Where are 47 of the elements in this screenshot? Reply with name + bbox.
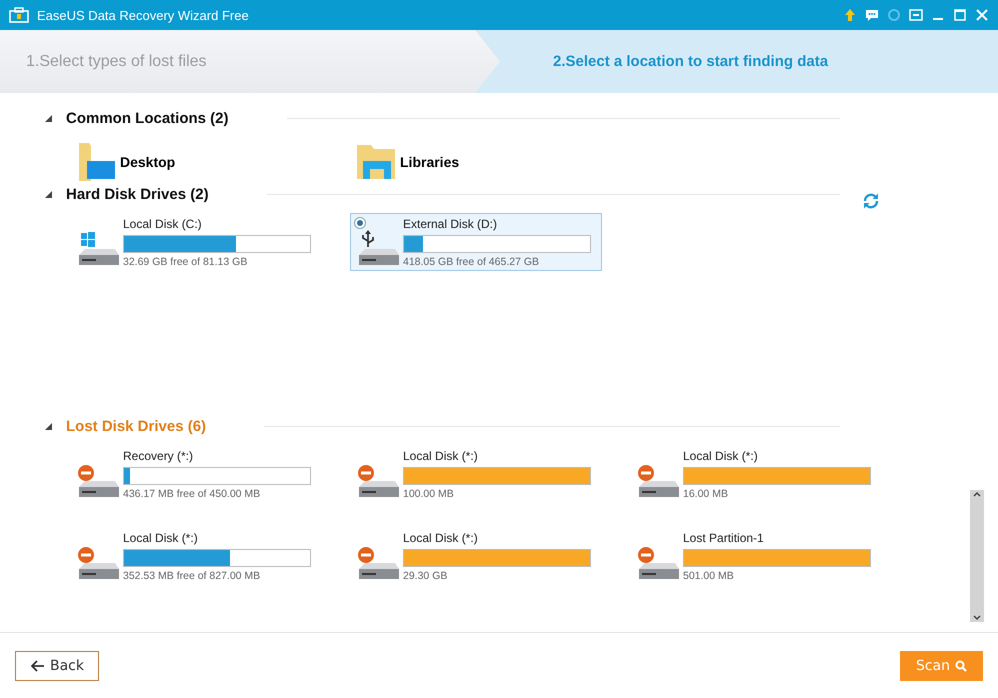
drive-item[interactable]: Lost Partition-1 501.00 MB xyxy=(630,527,882,585)
drive-item[interactable]: Local Disk (*:) 29.30 GB xyxy=(350,527,602,585)
disk-size: 16.00 MB xyxy=(683,488,729,500)
maximize-button[interactable] xyxy=(952,7,968,23)
disk-size: 100.00 MB xyxy=(403,488,455,500)
drive-item[interactable]: Recovery (*:) 436.17 MB free of 450.00 MB xyxy=(70,445,322,503)
disk-name: Local Disk (*:) xyxy=(403,449,479,465)
disk-size: 501.00 MB xyxy=(683,570,735,582)
scroll-down-icon[interactable] xyxy=(972,614,982,622)
section-title: Hard Disk Drives (2) xyxy=(66,186,209,202)
disk-name: Local Disk (*:) xyxy=(123,531,199,547)
arrow-up-icon[interactable] xyxy=(842,7,858,23)
disk-size: 436.17 MB free of 450.00 MB xyxy=(123,488,262,500)
radio-button[interactable] xyxy=(354,217,366,229)
expanded-arrow-icon[interactable] xyxy=(45,422,52,430)
refresh-icon[interactable] xyxy=(862,192,880,210)
disk-name: External Disk (D:) xyxy=(403,217,498,233)
disk-name: Local Disk (C:) xyxy=(123,217,203,233)
disk-name: Local Disk (*:) xyxy=(403,531,479,547)
disk-name: Local Disk (*:) xyxy=(683,449,759,465)
location-name[interactable]: Libraries xyxy=(400,154,460,170)
scroll-up-icon[interactable] xyxy=(972,490,982,498)
drive-item[interactable]: Local Disk (*:) 100.00 MB xyxy=(350,445,602,503)
location-name[interactable]: Desktop xyxy=(120,154,176,170)
disk-name: Lost Partition-1 xyxy=(683,531,765,547)
drive-item[interactable]: Local Disk (*:) 352.53 MB free of 827.00 MB xyxy=(70,527,322,585)
drive-item[interactable]: External Disk (D:) 418.05 GB free of 465.27 GB xyxy=(350,213,602,271)
expanded-arrow-icon[interactable] xyxy=(45,190,52,198)
window-icon[interactable] xyxy=(908,7,924,23)
drive-item[interactable]: Local Disk (*:) 16.00 MB xyxy=(630,445,882,503)
search-icon xyxy=(955,660,967,672)
chat-icon[interactable] xyxy=(864,7,880,23)
section-title: Lost Disk Drives (6) xyxy=(66,418,206,434)
disk-size: 32.69 GB free of 81.13 GB xyxy=(123,256,248,268)
disk-size: 418.05 GB free of 465.27 GB xyxy=(403,256,540,268)
back-button[interactable]: Back xyxy=(15,650,99,680)
close-button[interactable] xyxy=(974,7,990,23)
drive-item[interactable]: Local Disk (C:) 32.69 GB free of 81.13 GB xyxy=(70,213,322,271)
disk-size: 29.30 GB xyxy=(403,570,448,582)
expanded-arrow-icon[interactable] xyxy=(45,114,52,122)
disk-name: Recovery (*:) xyxy=(123,449,194,465)
disk-size: 352.53 MB free of 827.00 MB xyxy=(123,570,262,582)
toolbox-icon xyxy=(9,7,29,23)
section-title: Common Locations (2) xyxy=(66,110,229,126)
window-title: EaseUS Data Recovery Wizard Free xyxy=(37,8,250,22)
arrow-left-icon xyxy=(31,660,45,672)
scrollbar[interactable] xyxy=(970,490,984,622)
